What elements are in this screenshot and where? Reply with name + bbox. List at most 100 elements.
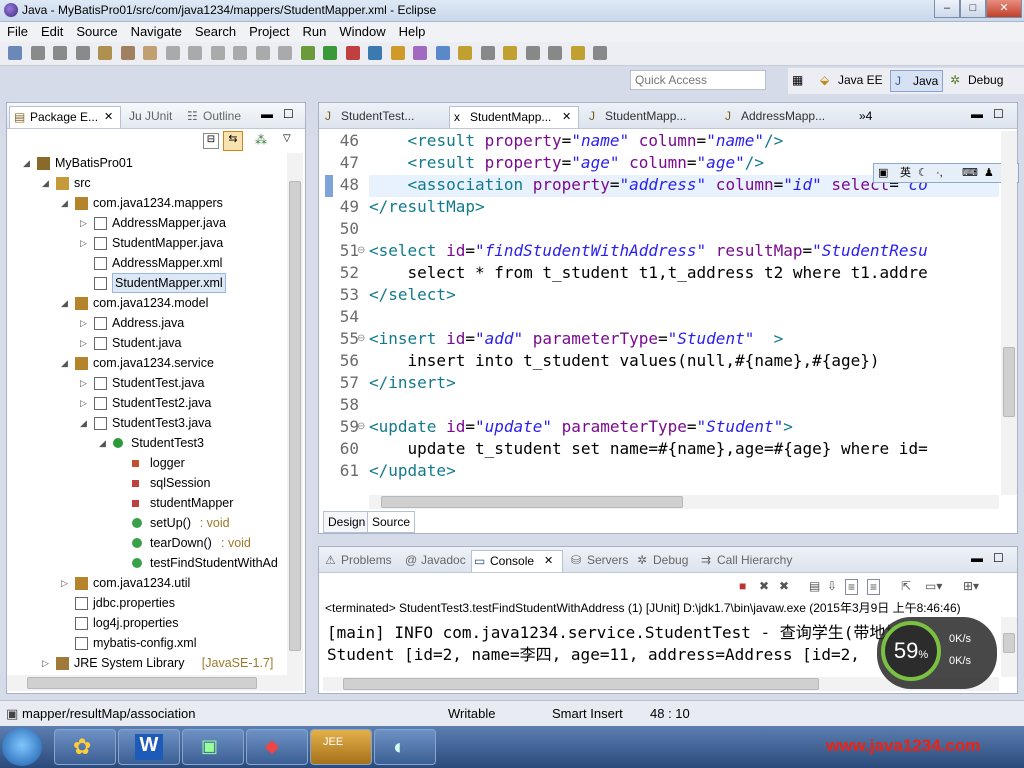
fold-icon[interactable]: ⊖ [357, 333, 365, 344]
editor-horizontal-scrollbar[interactable] [369, 495, 999, 509]
collapse-arrow-icon[interactable]: ◢ [61, 299, 69, 308]
taskbar-javaee-ide[interactable]: JEE [310, 729, 372, 765]
quick-access-input[interactable]: Quick Access [630, 70, 766, 90]
code-area[interactable]: 46 <result property="name" column="name"… [319, 131, 999, 495]
toolbar-button-icon[interactable] [458, 46, 472, 60]
perspective-debug[interactable]: ✲ Debug [946, 70, 1007, 92]
toolbar-button-icon[interactable] [503, 46, 517, 60]
close-icon[interactable]: ✕ [104, 107, 113, 127]
chevron-down-icon[interactable]: ▽ [283, 133, 291, 144]
close-icon[interactable]: ✕ [562, 107, 571, 127]
collapse-arrow-icon[interactable]: ◢ [61, 359, 69, 368]
tab-console[interactable]: ▭ Console ✕ [471, 550, 563, 572]
toolbar-button-icon[interactable] [98, 46, 112, 60]
expand-arrow-icon[interactable]: ▷ [80, 319, 88, 328]
toolbar-button-icon[interactable] [143, 46, 157, 60]
ime-toolbar[interactable]: ▣ 英 ☾ ·, ⌨ ♟ ✎ [873, 163, 1019, 183]
toolbar-button-icon[interactable] [435, 46, 450, 60]
tree-item[interactable]: sqlSession [7, 473, 287, 493]
tab-outline[interactable]: ☷ Outline [183, 106, 241, 128]
toolbar-button-icon[interactable] [593, 46, 607, 60]
taskbar-word[interactable]: W [118, 729, 180, 765]
expand-arrow-icon[interactable]: ▷ [80, 379, 88, 388]
toolbar-button-icon[interactable] [120, 46, 135, 60]
taskbar-tool[interactable]: ◆ [246, 729, 308, 765]
tab-package-explorer[interactable]: ▤ Package E... ✕ [9, 106, 121, 128]
display-console-icon[interactable]: ▭▾ [925, 579, 942, 593]
show-on-output-icon[interactable]: ≡ [867, 579, 881, 595]
more-tabs-button[interactable]: »4 [859, 106, 872, 128]
tree-item[interactable]: ◢ com.java1234.mappers [7, 193, 287, 213]
fold-icon[interactable]: ⊖ [357, 421, 365, 432]
perspective-java-ee[interactable]: ⬙ Java EE [816, 70, 887, 92]
tree-item[interactable]: ▷ StudentMapper.java [7, 233, 287, 253]
tree-item[interactable]: logger [7, 453, 287, 473]
terminate-icon[interactable]: ■ [739, 579, 746, 593]
scroll-lock-icon[interactable]: ⇩ [827, 579, 837, 593]
menu-navigate[interactable]: Navigate [124, 22, 188, 39]
punct-icon[interactable]: ·, [936, 164, 943, 182]
expand-arrow-icon[interactable]: ▷ [61, 579, 69, 588]
tab-source[interactable]: Source [367, 511, 416, 533]
tree-item[interactable]: ◢ StudentTest3.java [7, 413, 287, 433]
toolbar-button-icon[interactable] [53, 46, 67, 60]
maximize-view-icon[interactable]: ☐ [993, 551, 1004, 565]
moon-icon[interactable]: ☾ [918, 164, 928, 182]
tree-item[interactable]: ◢ src [7, 173, 287, 193]
minimize-view-icon[interactable]: ▬ [261, 107, 273, 121]
tree-item[interactable]: mybatis-config.xml [7, 633, 287, 653]
tree-item[interactable]: setUp() : void [7, 513, 287, 533]
keyboard-icon[interactable]: ⌨ [962, 164, 978, 182]
tree-item[interactable]: StudentMapper.xml [7, 273, 287, 293]
toolbar-button-icon[interactable] [548, 46, 562, 60]
toolbar-button-icon[interactable] [210, 46, 225, 60]
start-button[interactable] [2, 728, 42, 766]
editor-tab-studenttest[interactable]: J StudentTest... [321, 106, 445, 128]
taskbar-eclipse[interactable]: ◐ [374, 729, 436, 765]
collapse-arrow-icon[interactable]: ◢ [61, 199, 69, 208]
expand-arrow-icon[interactable]: ▷ [80, 239, 88, 248]
toolbar-button-icon[interactable] [188, 46, 202, 60]
toolbar-button-icon[interactable] [570, 46, 585, 60]
toolbar-button-icon[interactable] [300, 46, 315, 60]
toolbar-button-icon[interactable] [255, 46, 270, 60]
tree-item[interactable]: tearDown() : void [7, 533, 287, 553]
toolbar-button-icon[interactable] [323, 46, 337, 60]
collapse-arrow-icon[interactable]: ◢ [42, 179, 50, 188]
expand-arrow-icon[interactable]: ▷ [42, 659, 50, 668]
link-editor-icon[interactable]: ⇆ [223, 131, 243, 151]
word-wrap-icon[interactable]: ≡ [845, 579, 859, 595]
minimize-view-icon[interactable]: ▬ [971, 107, 983, 121]
editor-tab-addressmapper[interactable]: J AddressMapp... [721, 106, 851, 128]
tree-horizontal-scrollbar[interactable] [7, 675, 303, 691]
open-perspective-icon[interactable]: ▦ [788, 70, 810, 92]
close-icon[interactable]: ✕ [544, 551, 553, 571]
toolbar-button-icon[interactable] [75, 46, 90, 60]
tab-junit[interactable]: Ju JUnit [125, 106, 172, 128]
tab-javadoc[interactable]: @ Javadoc [403, 550, 466, 572]
maximize-view-icon[interactable]: ☐ [993, 107, 1004, 121]
menu-project[interactable]: Project [242, 22, 295, 39]
tree-item[interactable]: ▷ Address.java [7, 313, 287, 333]
maximize-button[interactable]: □ [960, 0, 986, 18]
toolbar-button-icon[interactable] [233, 46, 247, 60]
menu-search[interactable]: Search [188, 22, 242, 39]
tree-item[interactable]: ◢ com.java1234.service [7, 353, 287, 373]
menu-help[interactable]: Help [392, 22, 432, 39]
fold-icon[interactable]: ⊖ [357, 245, 365, 256]
editor-tab-studentmapper-xml[interactable]: x StudentMapp... ✕ [449, 106, 579, 128]
tab-design[interactable]: Design [323, 511, 371, 533]
menu-run[interactable]: Run [296, 22, 333, 39]
tab-servers[interactable]: ⛁ Servers [569, 550, 628, 572]
toolbar-button-icon[interactable] [368, 46, 382, 60]
user-icon[interactable]: ♟ [984, 164, 994, 182]
editor-vertical-scrollbar[interactable] [1001, 131, 1017, 495]
tab-problems[interactable]: ⚠ Problems [323, 550, 392, 572]
tree-item[interactable]: testFindStudentWithAd [7, 553, 287, 573]
tab-call-hierarchy[interactable]: ⇉ Call Hierarchy [699, 550, 792, 572]
tree-item[interactable]: ◢ StudentTest3 [7, 433, 287, 453]
tree-item[interactable]: ▷ JRE System Library [JavaSE-1.7] [7, 653, 287, 673]
expand-arrow-icon[interactable]: ▷ [80, 339, 88, 348]
menu-edit[interactable]: Edit [34, 22, 69, 39]
toolbar-button-icon[interactable] [525, 46, 540, 60]
